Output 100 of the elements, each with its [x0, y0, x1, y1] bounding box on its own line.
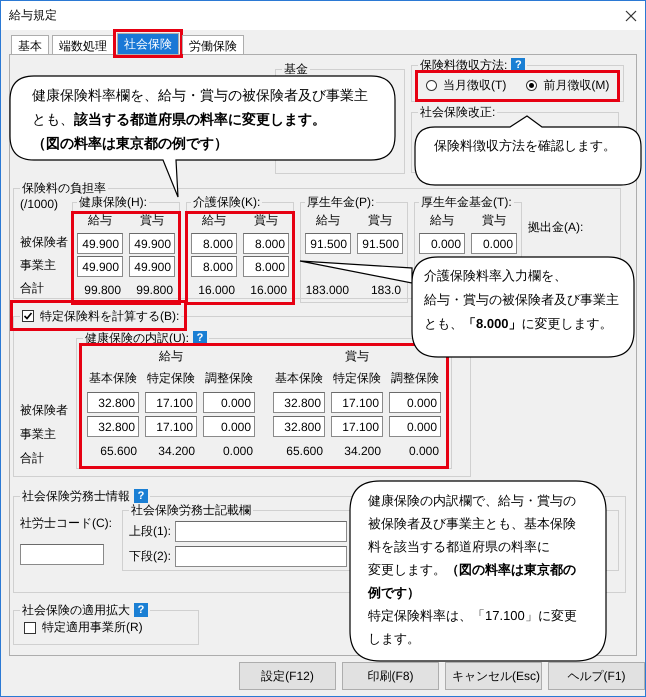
window-title: 給与規定	[9, 7, 57, 24]
group-label: 厚生年金基金(T):	[421, 195, 512, 209]
checkbox-label[interactable]: 特定保険料を計算する(B):	[40, 309, 180, 323]
tab[interactable]: 労働保険	[182, 35, 244, 54]
tab[interactable]: 端数処理	[52, 35, 114, 54]
rate-input[interactable]: 8.000	[191, 233, 237, 254]
rate-input[interactable]: 8.000	[243, 256, 289, 277]
group-label: 拠出金(A):	[528, 220, 584, 234]
column-header: 基本保険	[89, 370, 137, 386]
rate-input[interactable]: 49.900	[129, 233, 175, 254]
unit-label: (/1000)	[20, 196, 60, 213]
callout-text: 健康保険料率欄を、給与・賞与の被保険者及び事業主とも、該当する都道府県の料率に変更します。	[32, 86, 368, 129]
rate-input[interactable]: 0.000	[203, 416, 255, 437]
field-label: 上段(1):	[129, 523, 171, 540]
rate-input[interactable]: 32.800	[273, 392, 325, 413]
rate-input[interactable]: 8.000	[243, 233, 289, 254]
help-icon[interactable]: ?	[134, 489, 148, 503]
input-field[interactable]	[20, 544, 104, 565]
rate-input[interactable]: 0.000	[389, 416, 441, 437]
rate-input[interactable]: 17.100	[331, 416, 383, 437]
input-field[interactable]	[175, 546, 347, 567]
column-header: 賞与	[140, 212, 164, 228]
callout-text: （図の料率は東京都の例です）	[32, 134, 229, 153]
tab[interactable]: 基本	[11, 35, 49, 54]
total-value: 99.800	[136, 282, 174, 296]
total-value: 34.200	[344, 444, 382, 458]
rate-input[interactable]: 32.800	[273, 416, 325, 437]
group-label: 健康保険(H):	[79, 195, 147, 209]
rate-input[interactable]: 32.800	[87, 392, 139, 413]
rate-input[interactable]: 32.800	[87, 416, 139, 437]
column-header: 給与	[88, 212, 112, 228]
column-group-header: 賞与	[345, 348, 369, 364]
rate-input[interactable]: 0.000	[203, 392, 255, 413]
column-header: 賞与	[482, 212, 506, 228]
rate-input[interactable]: 17.100	[145, 416, 197, 437]
rate-input[interactable]: 0.000	[471, 233, 517, 254]
group-label: 社会保険労務士記載欄	[131, 503, 251, 517]
column-header: 特定保険	[333, 370, 381, 386]
row-label: 被保険者	[20, 234, 66, 251]
rate-input[interactable]: 8.000	[191, 256, 237, 277]
callout-text: 健康保険の内訳欄で、給与・賞与の被保険者及び事業主とも、基本保険料を該当する都道府県の料率に	[368, 492, 577, 556]
dialog-button[interactable]: キャンセル(Esc)	[445, 662, 542, 690]
radio-label[interactable]: 前月徴収(M)	[543, 77, 610, 94]
close-icon[interactable]	[625, 10, 637, 22]
checkbox[interactable]	[22, 310, 34, 322]
callout-text: 給与・賞与の被保険者及び事業主とも、「8.000」に変更します。	[424, 291, 620, 333]
rate-input[interactable]: 91.500	[305, 233, 351, 254]
checkbox[interactable]	[24, 622, 36, 634]
column-header: 賞与	[254, 212, 278, 228]
group-label: 基金	[284, 62, 308, 76]
row-label: 合計	[20, 280, 45, 297]
total-value: 65.600	[100, 444, 138, 458]
field-label: 下段(2):	[129, 548, 171, 565]
row-label: 合計	[20, 450, 45, 467]
rate-input[interactable]: 49.900	[129, 256, 175, 277]
group-label: 社会保険改正:	[420, 105, 496, 119]
group-label: 社会保険の適用拡大	[22, 603, 130, 617]
total-value: 65.600	[286, 444, 324, 458]
row-label: 事業主	[20, 257, 57, 274]
rate-input[interactable]: 91.500	[357, 233, 403, 254]
radio-button[interactable]	[426, 80, 437, 91]
callout-text: 保険料徴収方法を確認します。	[434, 137, 617, 155]
row-label: 被保険者	[20, 402, 69, 419]
column-header: 給与	[202, 212, 226, 228]
callout-text: 変更します。（図の料率は東京都の例です）	[368, 561, 577, 602]
column-header: 給与	[430, 212, 454, 228]
total-value: 0.000	[408, 444, 440, 458]
group-label: 社会保険労務士情報	[22, 489, 130, 503]
total-value: 16.000	[250, 282, 288, 296]
total-value: 34.200	[158, 444, 196, 458]
column-header: 調整保険	[391, 370, 439, 386]
help-icon[interactable]: ?	[134, 603, 148, 617]
row-label: 事業主	[20, 426, 57, 443]
group-label: 保険料の負担率	[22, 181, 106, 195]
column-header: 基本保険	[275, 370, 323, 386]
callout-text: 介護保険料率入力欄を、	[424, 267, 568, 285]
rate-input[interactable]: 0.000	[419, 233, 465, 254]
rate-input[interactable]: 49.900	[77, 256, 123, 277]
radio-label[interactable]: 当月徴収(T)	[443, 77, 506, 94]
dialog-button[interactable]: 印刷(F8)	[342, 662, 439, 690]
input-field[interactable]	[175, 521, 347, 542]
rate-input[interactable]: 17.100	[145, 392, 197, 413]
group-label: 保険料徴収方法:	[420, 58, 508, 72]
callout-text: 特定保険料率は、「17.100」に変更します。	[368, 607, 578, 648]
column-header: 賞与	[368, 212, 392, 228]
rate-input[interactable]: 49.900	[77, 233, 123, 254]
rate-input[interactable]: 0.000	[389, 392, 441, 413]
field-label: 社労士コード(C):	[20, 515, 112, 532]
rate-input[interactable]: 17.100	[331, 392, 383, 413]
dialog-button[interactable]: 設定(F12)	[239, 662, 336, 690]
column-group-header: 給与	[159, 348, 183, 364]
checkbox-label[interactable]: 特定適用事業所(R)	[42, 619, 143, 636]
dialog-button[interactable]: ヘルプ(F1)	[548, 662, 645, 690]
column-header: 給与	[316, 212, 340, 228]
total-value: 183.000	[306, 282, 350, 296]
radio-button[interactable]	[526, 80, 538, 91]
total-value: 16.000	[198, 282, 236, 296]
total-value: 0.000	[222, 444, 254, 458]
total-value: 183.0	[370, 282, 402, 296]
column-header: 特定保険	[147, 370, 195, 386]
